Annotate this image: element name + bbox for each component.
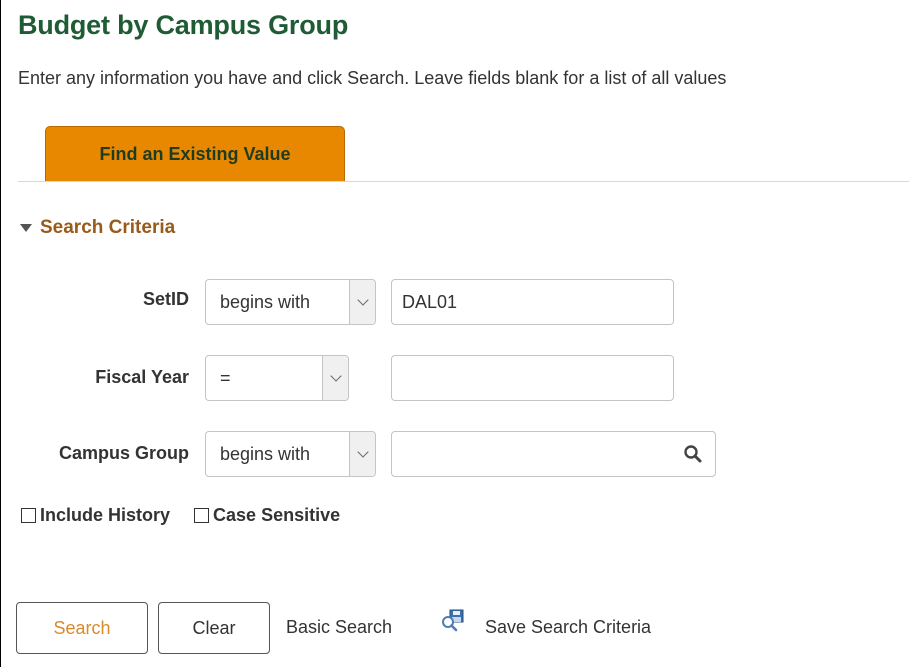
search-criteria-toggle[interactable]: Search Criteria	[20, 217, 175, 239]
campus-group-operator-value: begins with	[220, 443, 311, 464]
instructions-text: Enter any information you have and click…	[18, 68, 727, 88]
save-search-criteria-link[interactable]: Save Search Criteria	[485, 617, 651, 638]
setid-label: SetID	[142, 289, 189, 309]
clear-button[interactable]: Clear	[158, 602, 270, 654]
tab-divider	[18, 181, 909, 182]
page-frame: Budget by Campus Group Enter any informa…	[0, 0, 909, 667]
tab-find-existing-value[interactable]: Find an Existing Value	[45, 126, 345, 181]
fiscal-year-operator-value: =	[220, 367, 231, 388]
search-button[interactable]: Search	[16, 602, 148, 654]
include-history-label[interactable]: Include History	[40, 505, 170, 526]
case-sensitive-checkbox[interactable]	[194, 508, 210, 523]
setid-input-value: DAL01	[402, 291, 458, 312]
fiscal-year-label: Fiscal Year	[95, 367, 189, 387]
campus-group-operator-select[interactable]: begins with	[205, 431, 376, 477]
include-history-checkbox[interactable]	[21, 508, 36, 523]
page-title: Budget by Campus Group	[18, 10, 349, 40]
basic-search-link[interactable]: Basic Search	[286, 617, 392, 638]
chevron-down-icon	[356, 294, 369, 306]
search-criteria-heading: Search Criteria	[40, 217, 176, 238]
campus-group-operator-dropdown[interactable]	[349, 432, 375, 476]
setid-operator-select[interactable]: begins with	[205, 279, 376, 325]
setid-operator-value: begins with	[220, 291, 311, 312]
fiscal-year-operator-dropdown[interactable]	[322, 356, 348, 400]
setid-input[interactable]: DAL01	[391, 279, 674, 325]
options-row: Include History Case Sensitive	[21, 505, 364, 526]
campus-group-input[interactable]	[391, 431, 716, 477]
chevron-down-icon	[356, 446, 369, 458]
campus-group-label: Campus Group	[58, 443, 189, 463]
case-sensitive-label[interactable]: Case Sensitive	[213, 505, 340, 526]
fiscal-year-input[interactable]	[391, 355, 674, 401]
setid-operator-dropdown[interactable]	[349, 280, 375, 324]
collapse-triangle-icon	[20, 224, 32, 232]
search-icon[interactable]	[683, 444, 703, 464]
save-search-criteria-icon[interactable]	[441, 609, 465, 633]
fiscal-year-operator-select[interactable]: =	[205, 355, 349, 401]
chevron-down-icon	[329, 370, 342, 382]
